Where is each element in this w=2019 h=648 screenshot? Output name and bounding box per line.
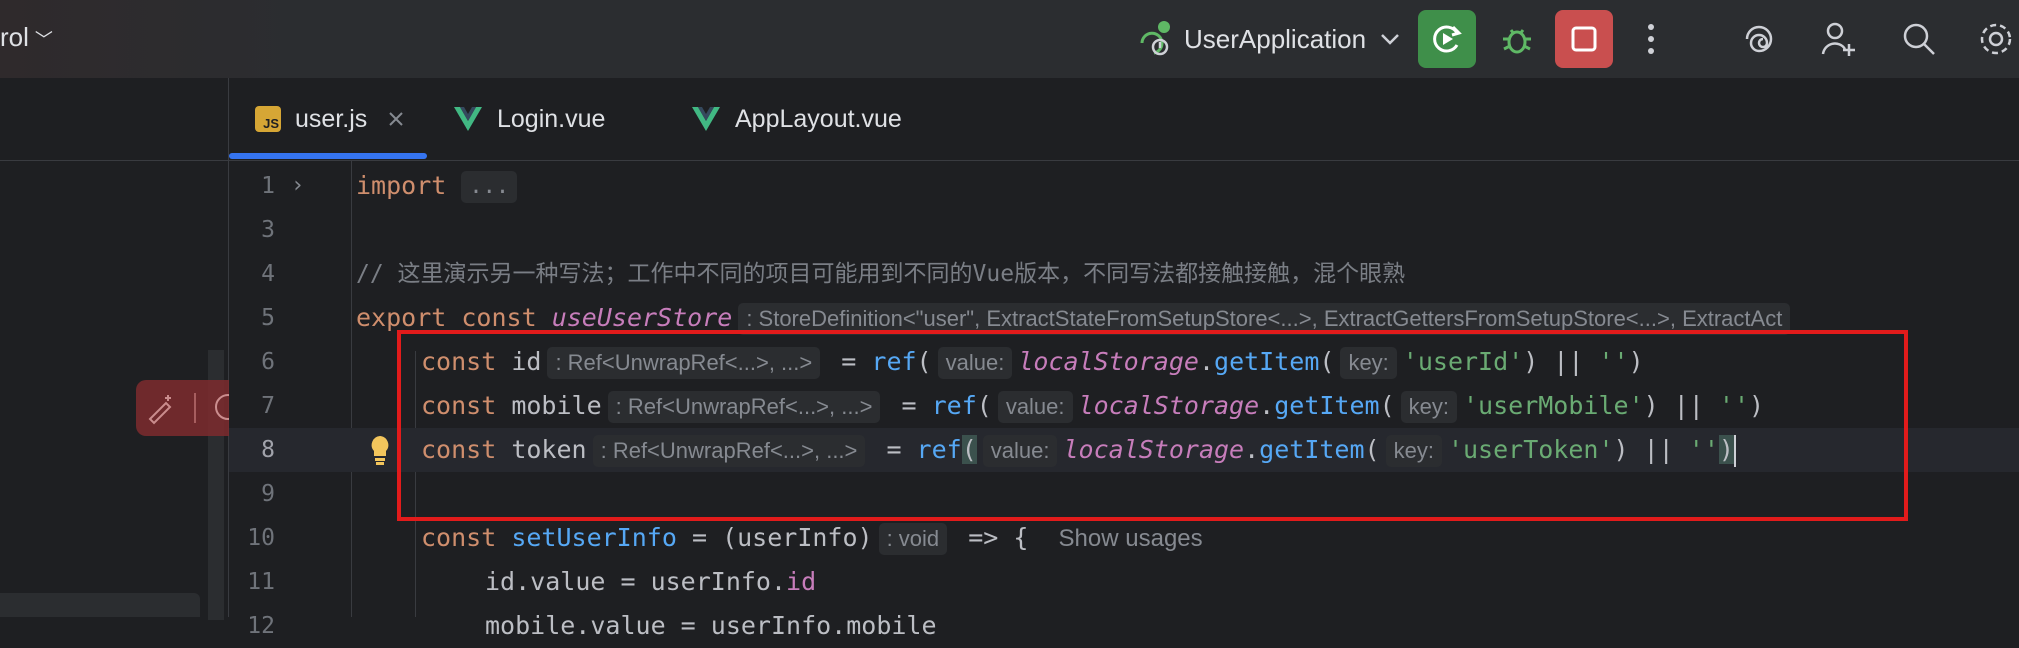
project-tool-window [0, 78, 229, 620]
code-line[interactable]: 1 › import ... [229, 164, 2019, 208]
variable-name: id [485, 567, 516, 596]
folded-imports[interactable]: ... [461, 171, 518, 203]
rerun-icon [1433, 25, 1462, 53]
line-number: 4 [261, 261, 275, 287]
line-number: 11 [247, 569, 275, 595]
js-file-icon: JS [255, 106, 281, 132]
show-usages-link[interactable]: Show usages [1059, 525, 1203, 552]
code-text: .value = userInfo. [515, 567, 787, 596]
arrow-token: => { [953, 523, 1029, 552]
tab-user-js[interactable]: JS user.js [255, 78, 405, 160]
vue-file-icon [454, 107, 482, 131]
tab-label: AppLayout.vue [735, 104, 902, 133]
search-icon [1903, 23, 1935, 55]
chevron-down-icon [1381, 34, 1399, 45]
line-number: 1 [261, 173, 275, 199]
tab-login-vue[interactable]: Login.vue [453, 78, 605, 160]
settings-button[interactable] [1975, 18, 2017, 60]
magic-edit-icon [148, 395, 172, 425]
vcs-widget[interactable]: rol ﹀ [0, 22, 53, 53]
ai-assistant-button[interactable] [1738, 18, 1780, 60]
close-icon[interactable] [387, 110, 405, 128]
sidebar-bottom-item[interactable] [0, 593, 200, 617]
line-number: 3 [261, 217, 275, 243]
more-vertical-icon [1648, 24, 1654, 54]
tool-window-header [0, 78, 228, 161]
code-line[interactable]: 3 [229, 208, 2019, 252]
tab-label: user.js [295, 104, 368, 133]
line-number: 12 [247, 613, 275, 639]
main-toolbar: rol ﹀ UserApplication [0, 0, 2019, 78]
property-name: id [786, 567, 817, 596]
more-actions-button[interactable] [1630, 18, 1672, 60]
code-line[interactable]: 11 id.value = userInfo.id [229, 560, 2019, 604]
vcs-label: rol [0, 22, 29, 52]
const-keyword: const [421, 523, 497, 552]
run-config-selector[interactable]: UserApplication [1134, 18, 1402, 60]
run-config-icon [1140, 21, 1170, 56]
import-keyword: import [356, 171, 447, 200]
line-number: 5 [261, 305, 275, 331]
tab-applayout-vue[interactable]: AppLayout.vue [691, 78, 902, 160]
active-tab-indicator [229, 153, 427, 159]
chevron-down-icon: ﹀ [34, 30, 53, 50]
code-text: mobile.value = userInfo.mobile [485, 611, 937, 640]
export-const-keyword: export const [356, 303, 537, 332]
lightbulb-icon[interactable] [369, 434, 391, 466]
line-number: 10 [247, 525, 275, 551]
code-line[interactable]: 4 // 这里演示另一种写法；工作中不同的项目可能用到不同的Vue版本，不同写法… [229, 252, 2019, 296]
code-with-me-button[interactable] [1818, 18, 1860, 60]
function-name: setUserInfo [511, 523, 677, 552]
annotation-highlight-box [397, 330, 1908, 521]
bug-icon [1503, 29, 1531, 54]
line-number: 6 [261, 349, 275, 375]
editor-tab-bar: JS user.js Login.vue AppLayout.vue [229, 78, 2019, 161]
function-params: (userInfo) [722, 523, 873, 552]
run-config-label: UserApplication [1184, 23, 1367, 54]
line-number: 8 [261, 437, 275, 463]
type-hint: : void [878, 523, 948, 555]
stop-button[interactable] [1555, 10, 1613, 68]
floating-divider [194, 393, 196, 423]
gear-icon [1980, 23, 2012, 55]
code-comment: // 这里演示另一种写法；工作中不同的项目可能用到不同的Vue版本，不同写法都接… [356, 261, 1406, 287]
code-line[interactable]: 12 mobile.value = userInfo.mobile [229, 604, 2019, 648]
line-number: 9 [261, 481, 275, 507]
ai-spiral-icon [1745, 25, 1773, 53]
tab-label: Login.vue [497, 104, 606, 133]
fold-expand-icon[interactable]: › [291, 164, 304, 208]
debug-button[interactable] [1496, 18, 1538, 60]
store-name: useUserStore [551, 303, 733, 332]
line-number: 7 [261, 393, 275, 419]
search-everywhere-button[interactable] [1898, 18, 1940, 60]
vue-file-icon [692, 107, 720, 131]
rerun-button[interactable] [1418, 10, 1476, 68]
stop-icon [1571, 26, 1597, 52]
code-line[interactable]: 10 const setUserInfo = (userInfo): void … [229, 516, 2019, 560]
add-user-icon [1821, 22, 1855, 56]
